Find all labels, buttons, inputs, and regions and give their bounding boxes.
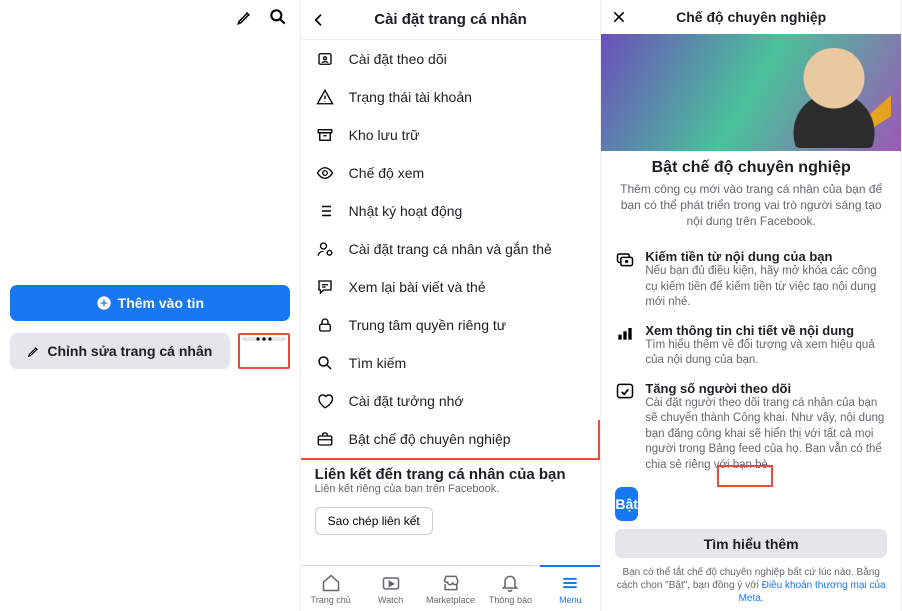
setting-view-as[interactable]: Chế độ xem: [301, 154, 601, 192]
setting-label: Cài đặt trang cá nhân và gắn thẻ: [349, 241, 552, 257]
profile-header: [0, 0, 300, 34]
more-button-highlight: [238, 333, 290, 369]
feature-title: Tăng số người theo dõi: [645, 381, 887, 396]
setting-label: Trung tâm quyền riêng tư: [349, 317, 507, 333]
list-icon: [315, 202, 335, 220]
feature-followers: Tăng số người theo dõi Cài đặt người the…: [601, 375, 901, 480]
setting-review-posts[interactable]: Xem lại bài viết và thẻ: [301, 268, 601, 306]
setting-activity-log[interactable]: Nhật ký hoạt động: [301, 192, 601, 230]
setting-label: Tìm kiếm: [349, 355, 407, 371]
cover-photo-area: [0, 34, 300, 279]
tab-label: Trang chủ: [311, 595, 351, 605]
turn-on-highlight: [717, 465, 773, 487]
setting-label: Nhật ký hoạt động: [349, 203, 463, 219]
eye-icon: [315, 164, 335, 182]
feature-title: Xem thông tin chi tiết về nội dung: [645, 323, 887, 338]
settings-list: Cài đặt theo dõi Trạng thái tài khoản Kh…: [301, 40, 601, 565]
link-section-subtitle: Liên kết riêng của bạn trên Facebook.: [301, 483, 601, 503]
edit-pencil-icon[interactable]: [236, 8, 254, 26]
search-icon[interactable]: [268, 7, 288, 27]
pro-mode-header: Chế độ chuyên nghiệp: [601, 0, 901, 34]
setting-account-status[interactable]: Trạng thái tài khoản: [301, 78, 601, 116]
pro-mode-title: Chế độ chuyên nghiệp: [627, 9, 875, 25]
settings-header: Cài đặt trang cá nhân: [301, 0, 601, 40]
setting-label: Bật chế độ chuyên nghiệp: [349, 431, 511, 447]
more-options-button[interactable]: [242, 337, 286, 341]
setting-archive[interactable]: Kho lưu trữ: [301, 116, 601, 154]
professional-mode-panel: Chế độ chuyên nghiệp Bật chế độ chuyên n…: [601, 0, 902, 611]
setting-professional-mode[interactable]: Bật chế độ chuyên nghiệp: [301, 420, 601, 460]
tab-notifications[interactable]: Thông báo: [480, 566, 540, 611]
person-plus-icon: [315, 50, 335, 68]
link-section-title: Liên kết đến trang cá nhân của bạn: [301, 460, 601, 483]
speech-icon: [315, 278, 335, 296]
setting-label: Kho lưu trữ: [349, 127, 420, 143]
archive-icon: [315, 126, 335, 144]
add-to-story-button[interactable]: Thêm vào tin: [10, 285, 290, 321]
feature-desc: Cài đặt người theo dõi trang cá nhân của…: [645, 396, 887, 474]
warning-icon: [315, 88, 335, 106]
feature-insights: Xem thông tin chi tiết về nội dung Tìm h…: [601, 317, 901, 375]
pro-mode-heading: Bật chế độ chuyên nghiệp: [615, 159, 887, 177]
pro-mode-subheading: Thêm công cụ mới vào trang cá nhân của b…: [615, 181, 887, 230]
setting-label: Trạng thái tài khoản: [349, 89, 472, 105]
chart-icon: [615, 323, 635, 369]
tab-label: Thông báo: [489, 595, 532, 605]
settings-title: Cài đặt trang cá nhân: [327, 11, 575, 28]
tab-home[interactable]: Trang chủ: [301, 566, 361, 611]
tab-marketplace[interactable]: Marketplace: [421, 566, 481, 611]
feature-monetize: Kiếm tiền từ nội dung của bạn Nếu bạn đủ…: [601, 243, 901, 317]
person-gear-icon: [315, 240, 335, 258]
setting-label: Cài đặt theo dõi: [349, 51, 447, 67]
feature-desc: Nếu bạn đủ điều kiện, hãy mở khóa các cô…: [645, 264, 887, 311]
copy-link-button[interactable]: Sao chép liên kết: [315, 507, 433, 535]
setting-label: Xem lại bài viết và thẻ: [349, 279, 486, 295]
tab-label: Watch: [378, 595, 403, 605]
tab-label: Marketplace: [426, 595, 475, 605]
tab-label: Menu: [559, 595, 582, 605]
add-to-story-label: Thêm vào tin: [118, 295, 204, 311]
setting-search[interactable]: Tìm kiếm: [301, 344, 601, 382]
close-icon[interactable]: [611, 9, 627, 25]
money-icon: [615, 249, 635, 311]
setting-follow[interactable]: Cài đặt theo dõi: [301, 40, 601, 78]
hero-illustration: [601, 34, 901, 151]
setting-profile-tagging[interactable]: Cài đặt trang cá nhân và gắn thẻ: [301, 230, 601, 268]
lock-icon: [315, 316, 335, 334]
bottom-tabbar: Trang chủ Watch Marketplace Thông báo Me…: [301, 565, 601, 611]
tab-watch[interactable]: Watch: [361, 566, 421, 611]
tab-menu[interactable]: Menu: [540, 565, 600, 611]
edit-profile-button[interactable]: Chỉnh sửa trang cá nhân: [10, 333, 230, 369]
edit-profile-label: Chỉnh sửa trang cá nhân: [47, 343, 212, 359]
followers-icon: [615, 381, 635, 474]
setting-label: Chế độ xem: [349, 165, 424, 181]
setting-memorialization[interactable]: Cài đặt tưởng nhớ: [301, 382, 601, 420]
briefcase-icon: [315, 430, 335, 448]
feature-desc: Tìm hiểu thêm về đối tượng và xem hiệu q…: [645, 338, 887, 369]
back-icon[interactable]: [311, 12, 327, 28]
turn-on-button[interactable]: Bật: [615, 487, 638, 521]
settings-panel: Cài đặt trang cá nhân Cài đặt theo dõi T…: [301, 0, 602, 611]
setting-privacy-center[interactable]: Trung tâm quyền riêng tư: [301, 306, 601, 344]
feature-title: Kiếm tiền từ nội dung của bạn: [645, 249, 887, 264]
terms-text: Bạn có thể tắt chế độ chuyên nghiệp bất …: [601, 564, 901, 611]
heart-icon: [315, 392, 335, 410]
profile-panel: Thêm vào tin Chỉnh sửa trang cá nhân: [0, 0, 301, 611]
setting-label: Cài đặt tưởng nhớ: [349, 393, 464, 409]
learn-more-button[interactable]: Tìm hiểu thêm: [615, 529, 887, 558]
search-icon: [315, 354, 335, 372]
